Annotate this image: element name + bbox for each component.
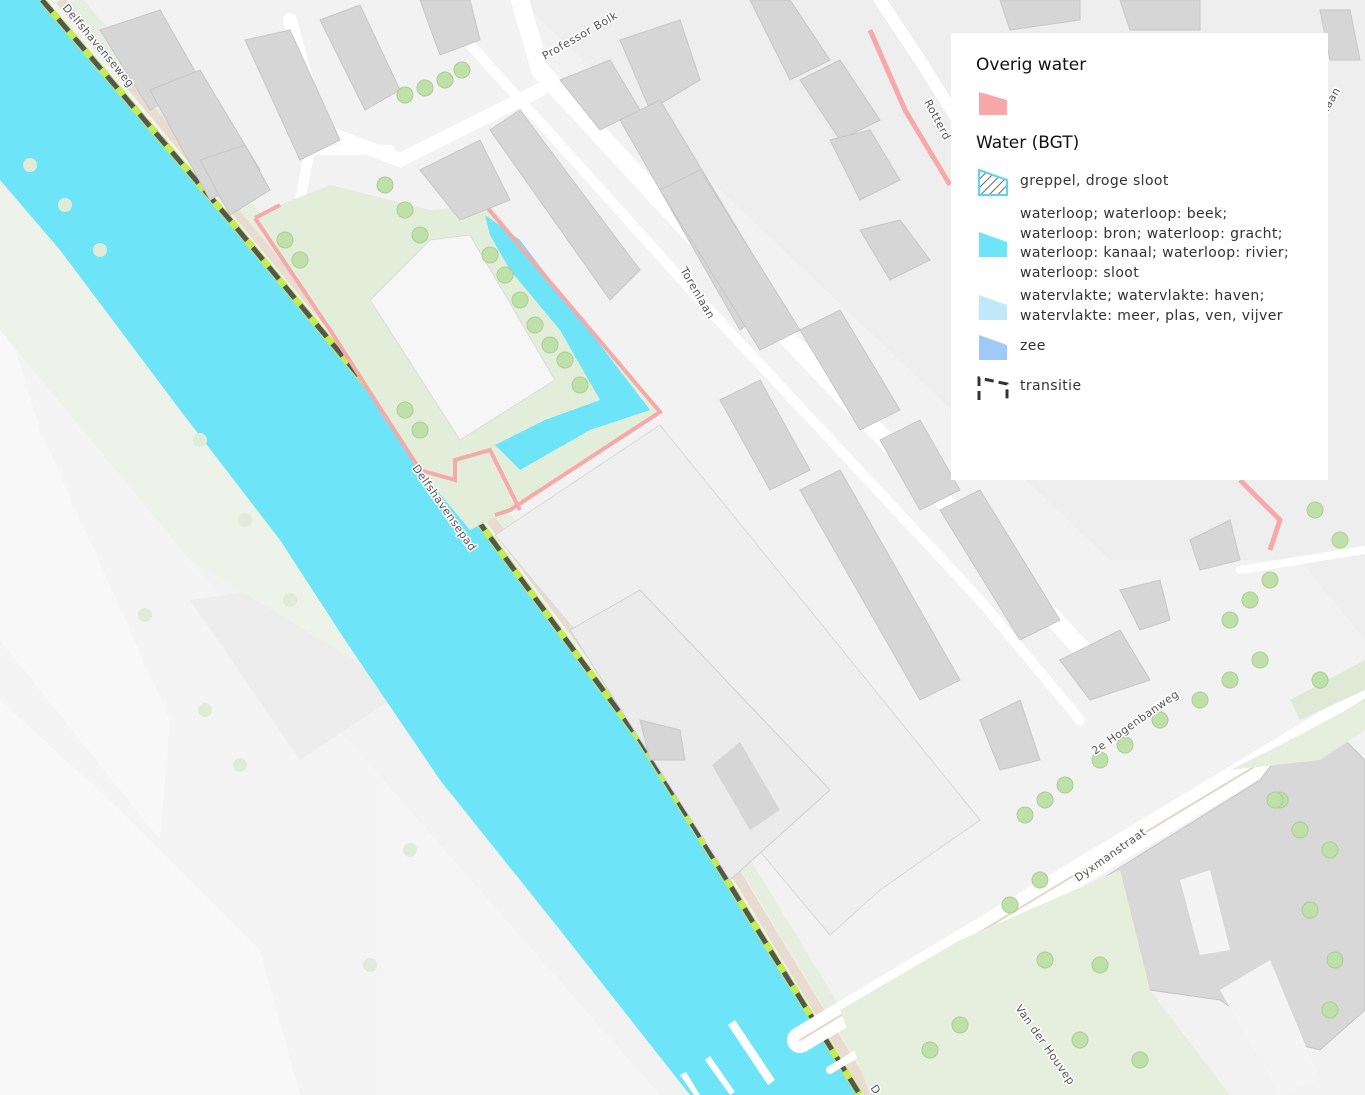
legend-label-transitie: transitie	[1020, 378, 1082, 395]
map-legend: Overig water Water (BGT) greppel, droge …	[951, 33, 1328, 480]
legend-label-watervlakte: watervlakte; watervlakte: haven; watervl…	[1020, 288, 1283, 324]
legend-label-greppel: greppel, droge sloot	[1020, 173, 1169, 190]
cyan-polygon-swatch-icon	[976, 227, 1010, 261]
legend-item-greppel: greppel, droge sloot	[976, 165, 1328, 199]
legend-item-transitie: transitie	[976, 370, 1328, 404]
transitie-line-swatch-icon	[976, 370, 1010, 404]
legend-title-water-bgt: Water (BGT)	[976, 133, 1080, 153]
legend-title-overig-water: Overig water	[976, 55, 1087, 75]
legend-item-watervlakte: watervlakte; watervlakte: haven; watervl…	[976, 287, 1328, 326]
legend-label-zee: zee	[1020, 338, 1046, 355]
legend-item-zee: zee	[976, 330, 1328, 364]
hatched-polygon-swatch-icon	[976, 165, 1010, 199]
legend-item-waterloop: waterloop; waterloop: beek; waterloop: b…	[976, 205, 1328, 283]
legend-label-waterloop: waterloop; waterloop: beek; waterloop: b…	[1020, 206, 1290, 281]
legend-item-overig-water	[976, 85, 1328, 119]
pink-polygon-swatch-icon	[976, 85, 1010, 119]
light-blue-polygon-swatch-icon	[976, 290, 1010, 324]
blue-polygon-swatch-icon	[976, 330, 1010, 364]
